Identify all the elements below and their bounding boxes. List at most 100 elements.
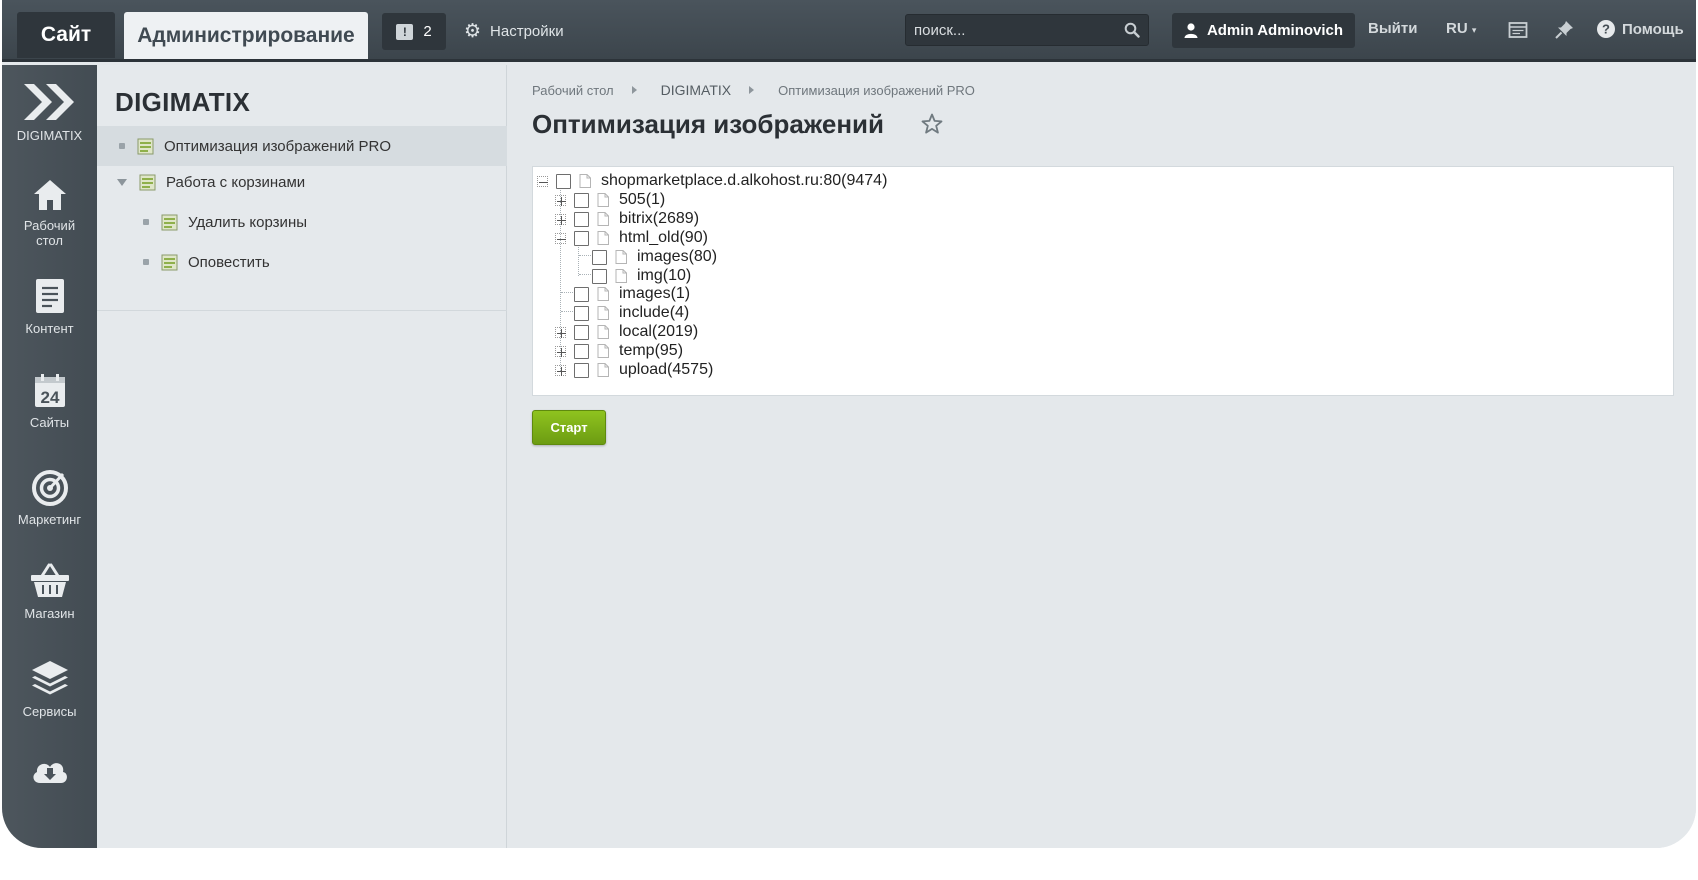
bullet-icon (143, 259, 149, 265)
expand-icon[interactable] (555, 326, 566, 338)
file-icon (579, 174, 591, 188)
start-button[interactable]: Старт (532, 410, 606, 445)
help-link[interactable]: ? Помощь (1596, 19, 1684, 39)
tree-checkbox[interactable] (574, 192, 589, 208)
menu-item-shop[interactable]: Магазин (2, 562, 97, 621)
menu-item-services[interactable]: Сервисы (2, 658, 97, 719)
tree-node: bitrix(2689) (555, 209, 699, 229)
module-page-icon (161, 214, 178, 230)
user-name: Admin Adminovich (1206, 22, 1344, 39)
menu-item-cloud[interactable] (2, 755, 97, 791)
tree-checkbox[interactable] (574, 211, 589, 227)
module-item-image-optimization[interactable]: Оптимизация изображений PRO (97, 126, 507, 166)
calendar-24-icon: 24 (34, 374, 65, 407)
expand-icon[interactable] (555, 364, 566, 376)
collapse-icon[interactable] (537, 175, 548, 187)
basket-icon (30, 563, 69, 597)
expand-icon[interactable] (555, 213, 566, 225)
breadcrumb-arrow-icon (631, 86, 637, 94)
tree-checkbox[interactable] (574, 343, 589, 359)
tab-admin[interactable]: Администрирование (124, 12, 368, 59)
breadcrumb: Рабочий стол DIGIMATIX Оптимизация изобр… (532, 82, 975, 98)
main-content: Рабочий стол DIGIMATIX Оптимизация изобр… (508, 65, 1696, 848)
folder-tree: shopmarketplace.d.alkohost.ru:80(9474) 5… (532, 166, 1674, 396)
module-item-label: Работа с корзинами (166, 173, 306, 191)
user-button[interactable]: Admin Adminovich (1172, 13, 1355, 48)
tree-node-label[interactable]: html_old(90) (619, 229, 708, 247)
tree-checkbox[interactable] (574, 286, 589, 302)
tree-node-label[interactable]: bitrix(2689) (619, 210, 699, 228)
layers-icon (31, 661, 68, 695)
tree-checkbox[interactable] (592, 268, 607, 284)
tree-checkbox[interactable] (574, 230, 589, 246)
admin-window: Сайт Администрирование ! 2 ⚙ Настройки A… (2, 0, 1696, 848)
tree-node-label[interactable]: include(4) (619, 304, 689, 322)
menu-item-content[interactable]: Контент (2, 277, 97, 336)
menu-item-desktop[interactable]: Рабочий стол (2, 178, 97, 248)
chevron-down-icon: ▾ (1471, 25, 1477, 35)
digimatix-chevrons-icon (23, 84, 74, 120)
collapse-icon[interactable] (555, 232, 566, 244)
file-icon (597, 325, 609, 339)
tab-site[interactable]: Сайт (17, 12, 115, 58)
module-item-baskets[interactable]: Работа с корзинами (97, 162, 507, 202)
tree-node-label[interactable]: images(80) (637, 248, 717, 266)
tree-checkbox[interactable] (592, 249, 607, 265)
menu-label: Рабочий стол (23, 218, 76, 248)
module-page-icon (137, 138, 154, 154)
tree-node-label[interactable]: 505(1) (619, 191, 665, 209)
menu-label: DIGIMATIX (16, 128, 83, 143)
star-icon[interactable] (920, 112, 944, 136)
tree-node: upload(4575) (555, 360, 713, 380)
tree-node-label[interactable]: upload(4575) (619, 361, 713, 379)
file-icon (597, 363, 609, 377)
svg-text:24: 24 (40, 388, 59, 407)
language-selector[interactable]: RU ▾ (1446, 20, 1476, 37)
notifications-button[interactable]: ! 2 (382, 13, 446, 50)
main-menu: DIGIMATIX Рабочий стол Контент 24 Сайты … (2, 65, 97, 848)
search-input[interactable] (906, 15, 1116, 45)
search-box (905, 14, 1149, 46)
logout-link[interactable]: Выйти (1368, 20, 1417, 37)
breadcrumb-item-digimatix[interactable]: DIGIMATIX (661, 82, 732, 98)
tree-checkbox[interactable] (574, 324, 589, 340)
target-icon (31, 470, 68, 506)
menu-item-digimatix[interactable]: DIGIMATIX (2, 82, 97, 143)
menu-label: Маркетинг (17, 512, 82, 527)
pin-icon[interactable] (1553, 19, 1575, 41)
expand-arrow-icon[interactable] (117, 178, 127, 186)
user-icon (1184, 23, 1198, 38)
gear-icon: ⚙ (464, 20, 482, 42)
tree-checkbox[interactable] (556, 173, 571, 189)
tree-node-label[interactable]: shopmarketplace.d.alkohost.ru:80(9474) (601, 172, 887, 190)
expand-icon[interactable] (555, 345, 566, 357)
settings-link[interactable]: ⚙ Настройки (464, 17, 564, 45)
module-item-label: Оптимизация изображений PRO (164, 137, 392, 155)
help-icon: ? (1597, 20, 1615, 38)
tree-node-label[interactable]: img(10) (637, 267, 691, 285)
menu-item-sites[interactable]: 24 Сайты (2, 373, 97, 430)
menu-item-marketing[interactable]: Маркетинг (2, 468, 97, 527)
tree-node: local(2019) (555, 322, 698, 342)
module-panel: DIGIMATIX Оптимизация изображений PRO Ра… (97, 65, 507, 848)
tree-node-label[interactable]: temp(95) (619, 342, 683, 360)
bullet-icon (119, 143, 125, 149)
tree-checkbox[interactable] (574, 305, 589, 321)
module-item-delete-baskets[interactable]: Удалить корзины (97, 202, 507, 242)
expand-icon[interactable] (555, 194, 566, 206)
module-page-icon (161, 254, 178, 270)
tree-node: 505(1) (555, 190, 665, 210)
home-icon (33, 180, 66, 210)
tree-node: include(4) (555, 303, 689, 323)
breadcrumb-item-desktop[interactable]: Рабочий стол (532, 83, 614, 98)
file-icon (597, 231, 609, 245)
search-icon[interactable] (1124, 22, 1140, 38)
module-item-notify[interactable]: Оповестить (97, 242, 507, 282)
tree-node-label[interactable]: images(1) (619, 285, 690, 303)
window-icon[interactable] (1507, 19, 1529, 41)
language-label: RU (1446, 20, 1468, 37)
module-item-label: Удалить корзины (188, 213, 308, 231)
tree-node-label[interactable]: local(2019) (619, 323, 698, 341)
tree-checkbox[interactable] (574, 362, 589, 378)
breadcrumb-item-current: Оптимизация изображений PRO (778, 82, 975, 98)
